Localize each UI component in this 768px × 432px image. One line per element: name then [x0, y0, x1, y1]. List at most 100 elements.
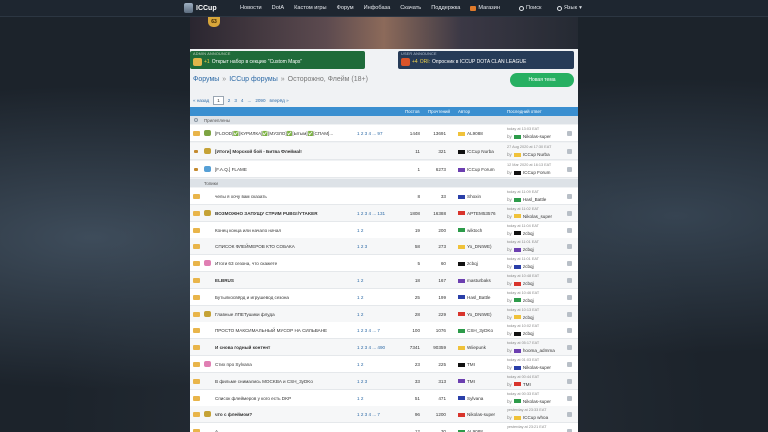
- go-to-last-post-icon[interactable]: [567, 244, 572, 250]
- nav-item-news[interactable]: Новости: [240, 5, 262, 11]
- topic-row[interactable]: ELBRUS 1 2 18 167 masturbaks today at 10:48 E…: [190, 272, 578, 289]
- pager-page[interactable]: 2: [228, 98, 231, 103]
- go-to-last-post-icon[interactable]: [567, 362, 572, 367]
- last-reply-user[interactable]: zcbqj: [523, 331, 534, 336]
- last-reply-user[interactable]: Hasl_Battle: [523, 197, 547, 202]
- breadcrumb-forums[interactable]: Форумы: [193, 76, 219, 83]
- topic-row[interactable]: [Итоги] Морской бой - Битва Флеймаl! 11 32…: [190, 143, 578, 160]
- topic-pages[interactable]: 1 2: [357, 278, 363, 283]
- go-to-last-post-icon[interactable]: [567, 294, 572, 300]
- topic-pages[interactable]: 1 2 3 4 ... 7: [357, 328, 380, 333]
- pager-next[interactable]: вперёд »: [270, 98, 289, 103]
- go-to-last-post-icon[interactable]: [567, 378, 572, 384]
- topic-row[interactable]: Список флеймеров у кого есть DKP 1 2 51 471…: [190, 389, 578, 407]
- search-button[interactable]: Поиск: [519, 5, 542, 11]
- breadcrumb-iccup-forums[interactable]: ICCup форумы: [229, 76, 278, 83]
- nav-item-infobase[interactable]: Инфобаза: [364, 5, 391, 11]
- topic-pages[interactable]: 1 2 3: [357, 244, 367, 249]
- topic-author[interactable]: TMI: [467, 362, 475, 367]
- topic-row[interactable]: ВОЗМОЖНО ЗАПУЩУ СТРИМ PUBG!/YTAKER 1 2 3 …: [190, 204, 578, 222]
- topic-title[interactable]: [F.A.Q.] FLAME: [215, 167, 247, 172]
- nav-item-download[interactable]: Скачать: [400, 5, 421, 11]
- topic-title[interactable]: Конец конца или начало начал: [215, 228, 281, 233]
- topic-pages[interactable]: 1 2: [357, 295, 363, 300]
- pager-page[interactable]: 4: [241, 98, 244, 103]
- topic-author[interactable]: CSH_3yDKo: [467, 328, 493, 333]
- topic-title[interactable]: ELBRUS: [215, 278, 234, 283]
- go-to-last-post-icon[interactable]: [567, 149, 572, 154]
- language-selector[interactable]: Язык ▾: [557, 5, 582, 11]
- nav-item-support[interactable]: Поддержка: [431, 5, 460, 11]
- topic-row[interactable]: И снова годный контент 1 2 3 4 ... 490 734…: [190, 339, 578, 357]
- nav-item-custom[interactable]: Кастом игры: [294, 5, 326, 11]
- go-to-last-post-icon[interactable]: [567, 210, 572, 216]
- last-reply-user[interactable]: TMI: [523, 382, 531, 387]
- topic-title[interactable]: В фильме снимались MOCKBA и CSH_3yDKo: [215, 379, 313, 384]
- topic-title[interactable]: И снова годный контент: [215, 345, 270, 350]
- topic-row[interactable]: что с флеймом? 1 2 3 4 ... 7 96 1200 Nikolas…: [190, 406, 578, 424]
- last-reply-user[interactable]: Nikolas-super: [523, 365, 551, 370]
- go-to-last-post-icon[interactable]: [567, 412, 572, 418]
- topic-author[interactable]: zcbqj: [467, 261, 478, 266]
- topic-author[interactable]: AL9088: [467, 131, 483, 136]
- topic-title[interactable]: что с флеймом?: [215, 412, 252, 417]
- topic-author[interactable]: Shoxin: [467, 194, 481, 199]
- pager-prev[interactable]: « назад: [193, 98, 209, 103]
- topic-row[interactable]: челы я хочу вам сказать 8 33 Shoxin today at…: [190, 188, 578, 205]
- topic-author[interactable]: APTEM53576: [467, 211, 496, 216]
- nav-item-shop[interactable]: Магазин: [470, 5, 500, 11]
- topic-row[interactable]: СПИСОК ФЛЕЙМЕРОВ КТО СОБАКА 1 2 3 58 273 Yo_…: [190, 238, 578, 256]
- topic-title[interactable]: [Итоги] Морской бой - Битва Флеймаl!: [215, 149, 302, 154]
- last-reply-user[interactable]: Nikolas_super: [523, 214, 552, 219]
- last-reply-user[interactable]: Nikolas-super: [523, 399, 551, 404]
- last-reply-user[interactable]: ICCup Forum: [523, 170, 551, 175]
- topic-title[interactable]: Список флеймеров у кого есть DKP: [215, 396, 291, 401]
- topic-row[interactable]: Итоги 63 сезона, что скажете 5 60 zcbqj toda…: [190, 255, 578, 273]
- topic-pages[interactable]: 1 2 3 4 ... 131: [357, 211, 385, 216]
- topic-author[interactable]: wiktoch: [467, 228, 482, 233]
- last-reply-user[interactable]: zcbqj: [523, 315, 534, 320]
- nav-item-dota[interactable]: DotA: [272, 5, 284, 11]
- topic-row[interactable]: [FLOOD]✅[КУРИЛКА]✅[МУЗЛО]✅[Ытым]✅[СПАМ].…: [190, 125, 578, 142]
- pager-page[interactable]: 3: [234, 98, 237, 103]
- last-reply-user[interactable]: hooma_admma: [523, 348, 555, 353]
- topic-author[interactable]: Sylvana: [467, 396, 483, 401]
- topic-pages[interactable]: 1 2 3 4 ... 97: [357, 131, 383, 136]
- topic-author[interactable]: Yo_DNIWE): [467, 312, 492, 317]
- go-to-last-post-icon[interactable]: [567, 311, 572, 317]
- go-to-last-post-icon[interactable]: [567, 278, 572, 283]
- topic-row[interactable]: Бутылкосвёрд и игрушевод сезона 1 2 25 199 H…: [190, 288, 578, 306]
- go-to-last-post-icon[interactable]: [567, 345, 572, 351]
- topic-author[interactable]: TMI: [467, 379, 475, 384]
- go-to-last-post-icon[interactable]: [567, 328, 572, 334]
- topic-row[interactable]: А1230AL9088yesterday at 23:21 EATbyICCup…: [190, 423, 578, 432]
- topic-pages[interactable]: 1 2: [357, 312, 363, 317]
- topic-title[interactable]: Бутылкосвёрд и игрушевод сезона: [215, 295, 289, 300]
- go-to-last-post-icon[interactable]: [567, 227, 572, 233]
- topic-row[interactable]: Стих про Sylvana 1 2 23 225 TMI today at 01:0…: [190, 356, 578, 373]
- topic-row[interactable]: [F.A.Q.] FLAME 1 6273 ICCup Forum 12 Mar 202…: [190, 161, 578, 178]
- topic-title[interactable]: челы я хочу вам сказать: [215, 194, 267, 199]
- pager-page[interactable]: 2090: [255, 98, 265, 103]
- topic-author[interactable]: Hasl_Battle: [467, 295, 491, 300]
- topic-title[interactable]: [FLOOD]✅[КУРИЛКА]✅[МУЗЛО]✅[Ытым]✅[СПАМ].…: [215, 131, 333, 137]
- topic-row[interactable]: Конец конца или начало начал 1 2 19 200 wikt…: [190, 221, 578, 239]
- topic-pages[interactable]: 1 2: [357, 362, 363, 367]
- last-reply-user[interactable]: zcbqj: [523, 264, 534, 269]
- go-to-last-post-icon[interactable]: [567, 395, 572, 401]
- topic-pages[interactable]: 1 2 3: [357, 379, 367, 384]
- new-topic-button[interactable]: Новая тема: [510, 73, 574, 87]
- last-reply-user[interactable]: zcbqj: [523, 298, 534, 303]
- topic-title[interactable]: ПРОСТО МАКСИМАЛЬНЫЙ МУСОР НА СИЛЬВАНЕ: [215, 328, 327, 333]
- topic-title[interactable]: Главные ЛПЕТушики флуда: [215, 312, 275, 317]
- topic-title[interactable]: ВОЗМОЖНО ЗАПУЩУ СТРИМ PUBG!/YTAKER: [215, 211, 318, 216]
- go-to-last-post-icon[interactable]: [567, 194, 572, 199]
- topic-row[interactable]: ПРОСТО МАКСИМАЛЬНЫЙ МУСОР НА СИЛЬВАНЕ 1 2…: [190, 322, 578, 340]
- last-reply-user[interactable]: ICCup Nurba: [523, 152, 550, 157]
- topic-author[interactable]: Yo_DNIWE): [467, 244, 492, 249]
- topic-title[interactable]: Итоги 63 сезона, что скажете: [215, 261, 277, 266]
- pager-current[interactable]: 1: [213, 96, 224, 105]
- go-to-last-post-icon[interactable]: [567, 167, 572, 172]
- last-reply-user[interactable]: zcbqj: [523, 231, 534, 236]
- topic-pages[interactable]: 1 2 3 4 ... 490: [357, 345, 385, 350]
